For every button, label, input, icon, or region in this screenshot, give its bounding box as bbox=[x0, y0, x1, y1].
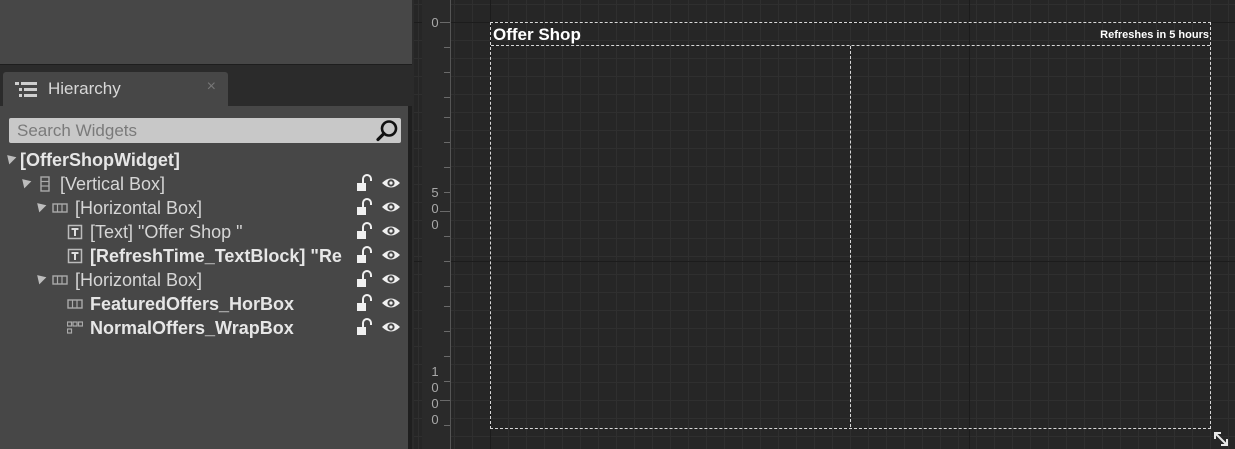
tree-item[interactable]: [Text] "Offer Shop " bbox=[0, 220, 408, 244]
ruler-tick bbox=[444, 425, 450, 426]
tab-hierarchy-label: Hierarchy bbox=[48, 79, 121, 98]
expand-arrow-icon[interactable] bbox=[33, 271, 47, 285]
tree-item[interactable]: [Horizontal Box] bbox=[0, 268, 408, 292]
offer-shop-widget-frame[interactable]: Offer Shop Refreshes in 5 hours bbox=[490, 22, 1211, 429]
ruler-tick bbox=[444, 97, 450, 98]
hierarchy-panel: [OfferShopWidget] [Vertical Box] [Horizont… bbox=[0, 106, 412, 449]
eye-icon[interactable] bbox=[381, 247, 401, 263]
eye-icon[interactable] bbox=[381, 199, 401, 215]
close-icon[interactable]: × bbox=[207, 78, 216, 96]
search-widgets-input[interactable] bbox=[9, 118, 377, 143]
tree-item-label: [RefreshTime_TextBlock] "Re bbox=[90, 246, 342, 266]
search-box bbox=[9, 118, 401, 143]
unlock-icon[interactable] bbox=[355, 318, 373, 336]
ruler-label: 0 bbox=[431, 412, 439, 427]
ruler-tick bbox=[444, 381, 450, 382]
unlock-icon[interactable] bbox=[355, 222, 373, 240]
ruler-label: 1 bbox=[431, 364, 439, 379]
header-horizontal-box[interactable]: Offer Shop Refreshes in 5 hours bbox=[491, 23, 1210, 46]
ruler-tick bbox=[444, 47, 450, 48]
ruler-tick bbox=[444, 167, 450, 168]
resize-handle-icon[interactable] bbox=[1212, 430, 1230, 448]
ruler-tick bbox=[444, 117, 450, 118]
tree-item-label: [Horizontal Box] bbox=[75, 270, 203, 290]
unlock-icon[interactable] bbox=[355, 270, 373, 288]
tree-item[interactable]: [RefreshTime_TextBlock] "Re bbox=[0, 244, 408, 268]
ruler-tick bbox=[444, 286, 450, 287]
ruler-label: 5 bbox=[431, 185, 439, 200]
ruler-tick bbox=[440, 400, 450, 401]
featured-offers-box[interactable] bbox=[491, 46, 851, 427]
unlock-icon[interactable] bbox=[355, 174, 373, 192]
tree-item-label: [Text] "Offer Shop " bbox=[90, 222, 243, 242]
tree-item-label: FeaturedOffers_HorBox bbox=[90, 294, 295, 314]
wrap-box-icon bbox=[67, 321, 83, 334]
expand-arrow-icon[interactable] bbox=[33, 199, 47, 213]
expand-arrow-icon[interactable] bbox=[18, 175, 32, 189]
designer-canvas[interactable]: 05001000 Offer Shop Refreshes in 5 hours bbox=[414, 0, 1235, 449]
ruler-tick bbox=[444, 331, 450, 332]
horizontal-box-icon bbox=[52, 203, 68, 213]
ruler-tick bbox=[444, 356, 450, 357]
horizontal-box-icon bbox=[67, 299, 83, 309]
eye-icon[interactable] bbox=[381, 319, 401, 335]
tree-item-label: [OfferShopWidget] bbox=[20, 150, 180, 170]
ruler-tick bbox=[444, 72, 450, 73]
offer-shop-title: Offer Shop bbox=[493, 25, 581, 44]
refresh-time-text: Refreshes in 5 hours bbox=[1100, 29, 1209, 41]
unlock-icon[interactable] bbox=[355, 198, 373, 216]
vertical-box-icon bbox=[40, 176, 50, 192]
ruler-label: 0 bbox=[431, 15, 439, 30]
eye-icon[interactable] bbox=[381, 295, 401, 311]
hierarchy-icon bbox=[15, 82, 37, 97]
ruler-tick bbox=[440, 22, 450, 23]
unlock-icon[interactable] bbox=[355, 294, 373, 312]
unlock-icon[interactable] bbox=[355, 246, 373, 264]
tree-item[interactable]: [Horizontal Box] bbox=[0, 196, 408, 220]
tree-item-label: [Horizontal Box] bbox=[75, 198, 203, 218]
ruler-tick bbox=[444, 306, 450, 307]
ruler-label: 0 bbox=[431, 396, 439, 411]
text-icon bbox=[67, 224, 83, 240]
tab-strip: Hierarchy × bbox=[0, 66, 414, 106]
ruler-tick bbox=[444, 192, 450, 193]
left-panel: Hierarchy × [OfferShopWidget] [Vertical B… bbox=[0, 0, 414, 449]
vertical-ruler: 05001000 bbox=[422, 0, 451, 449]
tree-item[interactable]: NormalOffers_WrapBox bbox=[0, 316, 408, 340]
text-icon bbox=[67, 248, 83, 264]
ruler-tick bbox=[444, 236, 450, 237]
ruler-tick bbox=[444, 142, 450, 143]
tree-item[interactable]: [Vertical Box] bbox=[0, 172, 408, 196]
details-panel-area bbox=[0, 0, 412, 65]
search-icon[interactable] bbox=[375, 119, 399, 142]
ruler-label: 0 bbox=[431, 201, 439, 216]
tree-item-label: [Vertical Box] bbox=[60, 174, 166, 194]
eye-icon[interactable] bbox=[381, 271, 401, 287]
tree-item[interactable]: [OfferShopWidget] bbox=[0, 148, 408, 172]
eye-icon[interactable] bbox=[381, 223, 401, 239]
ruler-label: 0 bbox=[431, 217, 439, 232]
ruler-tick bbox=[444, 261, 450, 262]
expand-arrow-icon[interactable] bbox=[3, 151, 17, 165]
eye-icon[interactable] bbox=[381, 175, 401, 191]
tree-item[interactable]: FeaturedOffers_HorBox bbox=[0, 292, 408, 316]
horizontal-box-icon bbox=[52, 275, 68, 285]
tab-hierarchy[interactable]: Hierarchy × bbox=[3, 72, 228, 106]
ruler-label: 0 bbox=[431, 380, 439, 395]
tree-item-label: NormalOffers_WrapBox bbox=[90, 318, 294, 338]
ruler-tick bbox=[440, 211, 450, 212]
